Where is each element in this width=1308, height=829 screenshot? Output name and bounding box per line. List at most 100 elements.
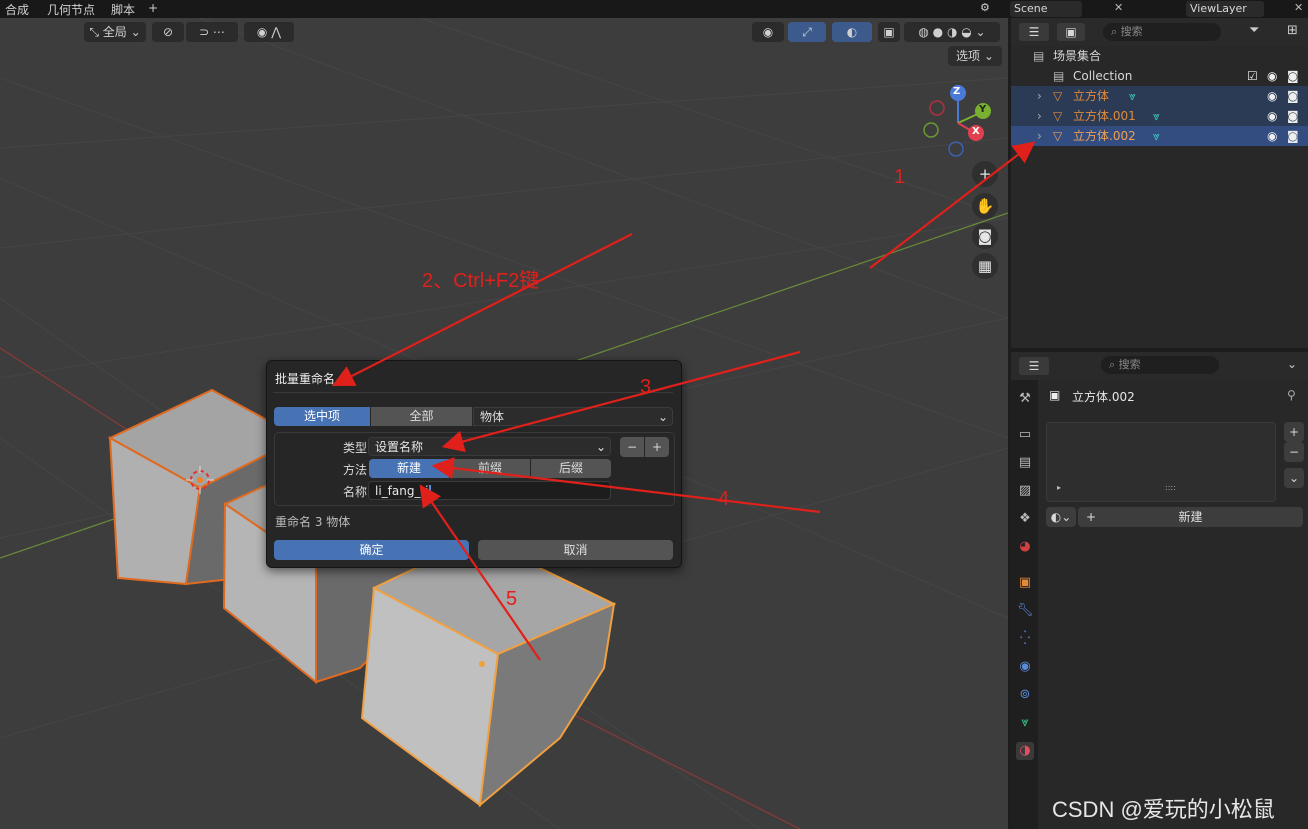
scene-icon[interactable]: ❖ — [1016, 510, 1034, 528]
material-sphere-icon: ◐⌄ — [1050, 510, 1072, 524]
editor-type-icon[interactable]: ☰ — [1019, 357, 1049, 375]
confirm-button[interactable]: 确定 — [274, 540, 469, 560]
chevron-down-icon[interactable]: ⌄ — [1287, 357, 1297, 371]
pivot-point-dropdown[interactable]: ⊘ — [152, 22, 184, 42]
world-icon[interactable]: ◕ — [1016, 538, 1034, 556]
gizmo-y-label[interactable]: Y — [979, 104, 986, 115]
shading-modes[interactable]: ◍ ● ◑ ◒ ⌄ — [904, 22, 1000, 42]
name-input[interactable]: li_fang_ti — [368, 481, 611, 500]
transform-orientation-dropdown[interactable]: ⤡ 全局 ⌄ — [84, 22, 146, 42]
camera-icon[interactable]: ◙ — [1287, 106, 1299, 126]
pin-icon[interactable]: ⚲ — [1287, 388, 1296, 402]
menu-scripting[interactable]: 脚本 — [111, 1, 135, 18]
type-dropdown[interactable]: 设置名称 ⌄ — [368, 437, 611, 456]
filter-mode-icon[interactable]: ▣ — [1057, 23, 1085, 41]
eye-icon[interactable]: ◉ — [1267, 86, 1277, 106]
gizmo-x-label[interactable]: X — [972, 126, 980, 137]
slot-menu-button[interactable]: ⌄ — [1284, 468, 1304, 488]
outliner-header: ☰ ▣ ⌕ 搜索 ⏷ ⊞ — [1011, 18, 1308, 46]
batch-rename-dialog: 批量重命名 选中项 全部 物体 ⌄ 类型 设置名称 ⌄ − + 方法 新建 前缀… — [266, 360, 682, 568]
overlay-toggle[interactable]: ◐ — [832, 22, 872, 42]
method-suffix[interactable]: 后缀 — [531, 459, 611, 478]
scene-collection-row[interactable]: ▤ 场景集合 — [1011, 46, 1308, 66]
transform-icon: ⤡ — [89, 25, 103, 39]
scene-icon[interactable]: ⚙ — [980, 1, 990, 14]
modifier-wrench-icon[interactable]: 🔧︎ — [1016, 602, 1034, 620]
proportional-edit-toggle[interactable]: ◉ ⋀ — [244, 22, 294, 42]
snap-toggle[interactable]: ⊃ ⋯ — [186, 22, 238, 42]
material-browse-button[interactable]: ◐⌄ — [1046, 507, 1076, 527]
display-mode-icon[interactable]: ☰ — [1019, 23, 1049, 41]
constraints-icon[interactable]: ⊚ — [1016, 686, 1034, 704]
proportional-icon: ◉ ⋀ — [256, 25, 282, 39]
grid-perspective-icon[interactable]: ▦ — [972, 253, 998, 279]
camera-icon[interactable]: ◙ — [1287, 126, 1299, 146]
particles-icon[interactable]: ⁛ — [1016, 630, 1034, 648]
object-mesh-icon: ▽ — [1053, 129, 1063, 143]
add-action-button[interactable]: + — [645, 437, 669, 457]
new-material-button[interactable]: + 新建 — [1078, 507, 1303, 527]
method-new[interactable]: 新建 — [369, 459, 449, 478]
method-prefix[interactable]: 前缀 — [450, 459, 530, 478]
eye-icon[interactable]: ◉ — [1267, 66, 1277, 86]
search-icon: ⌕ — [1109, 358, 1119, 371]
data-type-dropdown[interactable]: 物体 ⌄ — [473, 407, 673, 426]
scene-name-field[interactable]: Scene — [1010, 1, 1082, 17]
data-source-all[interactable]: 全部 — [371, 407, 472, 426]
camera-icon[interactable]: ◙ — [972, 223, 998, 249]
remove-slot-button[interactable]: − — [1284, 442, 1304, 462]
physics-icon[interactable]: ◉ — [1016, 658, 1034, 676]
add-workspace-button[interactable]: + — [148, 1, 158, 15]
new-collection-icon[interactable]: ⊞ — [1287, 23, 1298, 38]
expand-icon[interactable]: ▸ — [1057, 483, 1061, 492]
outliner-object-row[interactable]: › ▽ 立方体.001 ⩔ ◉ ◙ — [1011, 106, 1308, 126]
hand-pan-icon[interactable]: ✋ — [972, 193, 998, 219]
add-slot-button[interactable]: + — [1284, 422, 1304, 442]
object-mesh-icon: ▽ — [1053, 109, 1063, 123]
outliner-panel: ☰ ▣ ⌕ 搜索 ⏷ ⊞ ▤ 场景集合 ▤ Collection ☑ ◉ ◙ ›… — [1011, 18, 1308, 348]
object-name: 立方体.002 — [1072, 390, 1135, 404]
resize-handle[interactable]: :::: — [1165, 483, 1176, 492]
eye-icon[interactable]: ◉ — [1267, 126, 1277, 146]
menu-compositing[interactable]: 合成 — [5, 1, 29, 18]
name-label: 名称 — [342, 485, 367, 499]
zoom-icon[interactable]: + — [972, 161, 998, 187]
filter-icon[interactable]: ⏷ — [1249, 23, 1259, 38]
data-source-selected[interactable]: 选中项 — [274, 407, 370, 426]
render-icon[interactable]: ▭ — [1016, 426, 1034, 444]
collection-row[interactable]: ▤ Collection ☑ ◉ ◙ — [1011, 66, 1308, 86]
options-dropdown[interactable]: 选项 ⌄ — [948, 46, 1002, 66]
magnet-icon: ⊃ ⋯ — [199, 25, 225, 39]
mesh-data-icon[interactable]: ⩔ — [1016, 714, 1034, 732]
output-icon[interactable]: ▤ — [1016, 454, 1034, 472]
camera-icon[interactable]: ◙ — [1287, 66, 1299, 86]
object-icon: ▣ — [1049, 388, 1061, 402]
material-slot-list[interactable]: ▸ :::: — [1046, 422, 1276, 502]
object-properties-icon[interactable]: ▣ — [1016, 574, 1034, 592]
chevron-right-icon[interactable]: › — [1037, 126, 1042, 146]
outliner-object-row[interactable]: › ▽ 立方体 ⩔ ◉ ◙ — [1011, 86, 1308, 106]
view-layer-field[interactable]: ViewLayer — [1186, 1, 1264, 17]
view-layer-icon[interactable]: ▨ — [1016, 482, 1034, 500]
camera-icon[interactable]: ◙ — [1287, 86, 1299, 106]
chevron-right-icon[interactable]: › — [1037, 106, 1042, 126]
close-icon[interactable]: ✕ — [1294, 1, 1303, 14]
remove-action-button[interactable]: − — [620, 437, 644, 457]
gizmo-toggle[interactable]: ⤢ — [788, 22, 826, 42]
cancel-button[interactable]: 取消 — [478, 540, 673, 560]
outliner-object-row-active[interactable]: › ▽ 立方体.002 ⩔ ◉ ◙ — [1011, 126, 1308, 146]
search-icon: ⌕ — [1111, 25, 1121, 38]
checkbox-icon[interactable]: ☑ — [1247, 66, 1258, 86]
csdn-watermark: CSDN @爱玩的小松鼠 — [1052, 797, 1275, 822]
visibility-dropdown[interactable]: ◉ — [752, 22, 784, 42]
menu-geometry-nodes[interactable]: 几何节点 — [47, 1, 95, 18]
xray-toggle[interactable]: ▣ — [878, 22, 900, 42]
properties-search[interactable]: ⌕ 搜索 — [1101, 356, 1219, 374]
gizmo-z-label[interactable]: Z — [953, 86, 960, 97]
tool-icon[interactable]: ⚒ — [1016, 390, 1034, 408]
close-icon[interactable]: ✕ — [1114, 1, 1123, 14]
chevron-right-icon[interactable]: › — [1037, 86, 1042, 106]
eye-icon[interactable]: ◉ — [1267, 106, 1277, 126]
material-icon[interactable]: ◑ — [1016, 742, 1034, 760]
outliner-search[interactable]: ⌕ 搜索 — [1103, 23, 1221, 41]
